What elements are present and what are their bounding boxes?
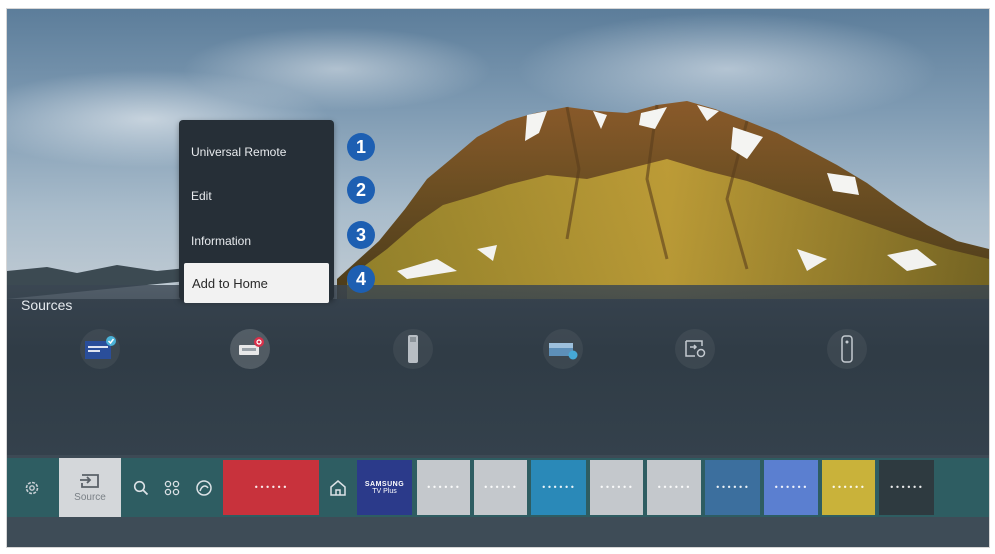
source-usb[interactable] bbox=[393, 329, 433, 369]
app-tile-label: •••••• bbox=[541, 483, 576, 492]
ambient-button[interactable] bbox=[192, 458, 216, 517]
app-tile-7[interactable]: •••••• bbox=[705, 460, 760, 515]
menu-item-add-to-home[interactable]: Add to Home bbox=[184, 263, 329, 303]
screen-mirroring-icon bbox=[549, 343, 578, 360]
app-tile-label: •••••• bbox=[889, 483, 924, 492]
app-tile-label: •••••• bbox=[831, 483, 866, 492]
callout-4: 4 bbox=[347, 265, 375, 293]
app-tile-1[interactable]: •••••• bbox=[223, 460, 319, 515]
app-tile-3[interactable]: •••••• bbox=[474, 460, 527, 515]
menu-item-universal-remote[interactable]: Universal Remote bbox=[179, 132, 334, 172]
sources-panel bbox=[7, 285, 989, 455]
settings-button[interactable] bbox=[19, 458, 45, 517]
app-tile-label: •••••• bbox=[426, 483, 461, 492]
tv-plus-logo-line-2: TV Plus bbox=[372, 487, 397, 495]
samsung-tv-plus-icon bbox=[85, 336, 116, 359]
app-tile-9[interactable]: •••••• bbox=[822, 460, 875, 515]
app-tile-label: •••••• bbox=[656, 483, 692, 492]
apps-button[interactable] bbox=[161, 458, 183, 517]
app-tile-8[interactable]: •••••• bbox=[764, 460, 818, 515]
source-label: Source bbox=[74, 491, 106, 503]
callout-3: 3 bbox=[347, 221, 375, 249]
menu-item-edit[interactable]: Edit bbox=[179, 176, 334, 216]
app-tile-6[interactable]: •••••• bbox=[647, 460, 701, 515]
source-button[interactable]: Source bbox=[59, 458, 121, 517]
app-tile-label: •••••• bbox=[773, 483, 809, 492]
callout-1: 1 bbox=[347, 133, 375, 161]
hdmi-icon bbox=[239, 337, 264, 355]
app-tile-10[interactable]: •••••• bbox=[879, 460, 934, 515]
samsung-tv-plus-tile[interactable]: SAMSUNG TV Plus bbox=[357, 460, 412, 515]
gear-icon bbox=[25, 481, 39, 494]
app-tile-label: •••••• bbox=[599, 483, 634, 492]
search-button[interactable] bbox=[130, 458, 152, 517]
app-tile-4[interactable]: •••••• bbox=[531, 460, 586, 515]
app-tile-label: •••••• bbox=[483, 483, 518, 492]
sources-title: Sources bbox=[21, 297, 73, 313]
home-button[interactable] bbox=[325, 458, 351, 517]
app-tile-2[interactable]: •••••• bbox=[417, 460, 470, 515]
tv-screen: Sources Source •••••• SAMSUNG TV Plus ••… bbox=[6, 8, 990, 548]
home-icon bbox=[330, 479, 346, 496]
app-tile-label: •••••• bbox=[253, 483, 289, 492]
app-tile-5[interactable]: •••••• bbox=[590, 460, 643, 515]
menu-item-information[interactable]: Information bbox=[179, 221, 334, 261]
callout-2: 2 bbox=[347, 176, 375, 204]
context-menu: Universal Remote Edit Information Add to… bbox=[179, 120, 334, 303]
source-connection-guide[interactable] bbox=[675, 329, 715, 369]
apps-icon bbox=[164, 480, 180, 495]
source-screen-mirroring[interactable] bbox=[543, 329, 583, 369]
home-bar-underlay bbox=[7, 517, 989, 547]
connection-guide-icon bbox=[685, 340, 706, 358]
source-remote[interactable] bbox=[827, 329, 867, 369]
tv-plus-logo-line-1: SAMSUNG bbox=[364, 480, 405, 488]
search-icon bbox=[133, 480, 149, 495]
source-samsung-tv-plus[interactable] bbox=[80, 329, 120, 369]
source-icon bbox=[80, 473, 99, 488]
usb-icon bbox=[408, 335, 418, 363]
ambient-icon bbox=[196, 479, 212, 496]
mountain-landscape bbox=[7, 101, 989, 299]
app-tile-label: •••••• bbox=[715, 483, 750, 492]
remote-icon bbox=[841, 335, 853, 363]
source-hdmi[interactable] bbox=[230, 329, 270, 369]
